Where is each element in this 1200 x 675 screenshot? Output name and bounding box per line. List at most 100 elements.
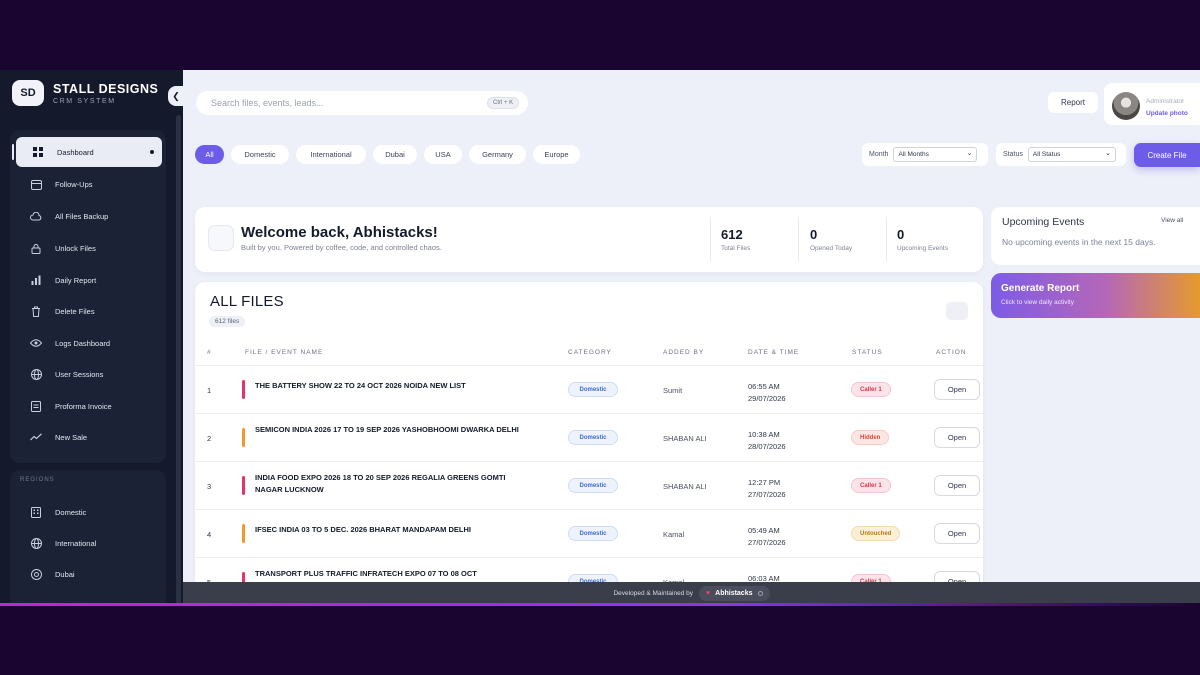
file-name[interactable]: IFSEC INDIA 03 TO 5 DEC. 2026 BHARAT MAN… <box>255 524 535 536</box>
welcome-card: Welcome back, Abhistacks! Built by you. … <box>195 207 983 272</box>
stat-total-files-label: Total Files <box>721 245 751 252</box>
file-name[interactable]: SEMICON INDIA 2026 17 TO 19 SEP 2026 YAS… <box>255 424 535 436</box>
generate-report-card[interactable]: Generate Report Click to view daily acti… <box>991 273 1200 318</box>
table-row[interactable]: 3 INDIA FOOD EXPO 2026 18 TO 20 SEP 2026… <box>195 461 983 509</box>
filter-chip-domestic[interactable]: Domestic <box>231 145 289 164</box>
added-by: SHABAN ALI <box>663 482 707 491</box>
sidebar: SD STALL DESIGNS CRM SYSTEM Dashboard Fo… <box>0 70 183 605</box>
footer-author-badge[interactable]: ♥ Abhistacks <box>698 586 770 601</box>
target-icon <box>30 568 42 580</box>
sidebar-item-delete-files[interactable]: Delete Files <box>10 298 162 324</box>
row-priority-bar <box>242 524 245 543</box>
user-role: Administrator <box>1146 98 1185 105</box>
row-number: 2 <box>207 434 212 443</box>
cloud-icon <box>30 210 42 222</box>
sidebar-item-daily-report[interactable]: Daily Report <box>10 267 162 293</box>
sidebar-item-user-sessions[interactable]: User Sessions <box>10 361 162 387</box>
added-by: Kamal <box>663 530 685 539</box>
upcoming-events-card: Upcoming Events View all No upcoming eve… <box>991 207 1200 265</box>
update-photo-link[interactable]: Update photo <box>1146 110 1188 117</box>
files-options-button[interactable] <box>946 302 968 320</box>
stat-divider <box>886 217 887 262</box>
column-header-added-by[interactable]: ADDED BY <box>663 349 704 356</box>
create-file-button[interactable]: Create File <box>1134 143 1200 167</box>
date-value: 29/07/2026 <box>748 394 786 403</box>
chevron-down-icon: ⌄ <box>1104 150 1111 157</box>
status-select[interactable]: All Status ⌄ <box>1027 147 1116 162</box>
sidebar-region-dubai[interactable]: Dubai <box>10 561 162 587</box>
info-icon <box>757 591 763 596</box>
filter-chip-germany[interactable]: Germany <box>469 145 526 164</box>
view-all-link[interactable]: View all <box>1161 217 1183 224</box>
generate-report-subtitle: Click to view daily activity <box>1001 299 1074 306</box>
column-header-date-time[interactable]: DATE & TIME <box>748 349 799 356</box>
status-select-value: All Status <box>1032 151 1061 158</box>
sidebar-item-label: Dashboard <box>57 147 94 157</box>
stat-opened-today-value: 0 <box>810 227 818 242</box>
filter-chip-all[interactable]: All <box>195 145 224 164</box>
table-row[interactable]: 4 IFSEC INDIA 03 TO 5 DEC. 2026 BHARAT M… <box>195 509 983 557</box>
chevron-left-icon: ❮ <box>172 90 180 101</box>
sidebar-region-international[interactable]: International <box>10 530 162 556</box>
filter-chip-international[interactable]: International <box>296 145 366 164</box>
sidebar-item-proforma-invoice[interactable]: Proforma Invoice <box>10 393 162 419</box>
date-value: 27/07/2026 <box>748 538 786 547</box>
brand[interactable]: SD STALL DESIGNS CRM SYSTEM <box>12 80 158 106</box>
open-button[interactable]: Open <box>934 427 980 448</box>
filter-chip-dubai[interactable]: Dubai <box>373 145 417 164</box>
welcome-icon <box>208 225 234 251</box>
avatar[interactable] <box>1112 92 1140 120</box>
sidebar-item-label: Delete Files <box>55 306 95 316</box>
files-title: ALL FILES <box>210 293 284 310</box>
added-by: Sumit <box>663 386 683 395</box>
month-select[interactable]: All Months ⌄ <box>893 147 978 162</box>
sidebar-item-label: New Sale <box>55 432 88 442</box>
status-badge: Caller 1 <box>851 382 891 397</box>
filter-chip-usa[interactable]: USA <box>424 145 462 164</box>
filter-chip-europe[interactable]: Europe <box>533 145 580 164</box>
calendar-icon <box>30 178 42 190</box>
sidebar-item-unlock-files[interactable]: Unlock Files <box>10 235 162 261</box>
sidebar-item-label: Daily Report <box>55 275 97 285</box>
status-badge: Caller 1 <box>851 478 891 493</box>
time-value: 05:49 AM <box>748 526 780 535</box>
sidebar-region-domestic[interactable]: Domestic <box>10 499 162 525</box>
open-button[interactable]: Open <box>934 379 980 400</box>
sidebar-item-label: Logs Dashboard <box>55 338 111 348</box>
chevron-down-icon: ⌄ <box>966 150 973 157</box>
sidebar-item-all-files-backup[interactable]: All Files Backup <box>10 203 162 229</box>
report-button[interactable]: Report <box>1048 92 1098 113</box>
column-header-category[interactable]: CATEGORY <box>568 349 612 356</box>
welcome-title: Welcome back, Abhistacks! <box>241 224 438 241</box>
sidebar-item-follow-ups[interactable]: Follow-Ups <box>10 171 162 197</box>
bar-chart-icon <box>30 274 42 286</box>
footer-text: Developed & Maintained by <box>613 590 693 597</box>
date-time: 06:55 AM 29/07/2026 <box>748 381 786 405</box>
open-button[interactable]: Open <box>934 475 980 496</box>
sidebar-scrollbar[interactable] <box>176 115 181 605</box>
crm-app: SD STALL DESIGNS CRM SYSTEM Dashboard Fo… <box>0 70 1200 605</box>
table-row[interactable]: 1 THE BATTERY SHOW 22 TO 24 OCT 2026 NOI… <box>195 365 983 413</box>
category-badge: Domestic <box>568 526 618 541</box>
sidebar-collapse-button[interactable]: ❮ <box>168 86 184 106</box>
trash-icon <box>30 305 42 317</box>
column-header-status[interactable]: STATUS <box>852 349 883 356</box>
added-by: SHABAN ALI <box>663 434 707 443</box>
open-button[interactable]: Open <box>934 523 980 544</box>
table-row[interactable]: 2 SEMICON INDIA 2026 17 TO 19 SEP 2026 Y… <box>195 413 983 461</box>
stat-opened-today-label: Opened Today <box>810 245 853 252</box>
sidebar-item-new-sale[interactable]: New Sale <box>10 424 162 450</box>
category-badge: Domestic <box>568 382 618 397</box>
column-header-name[interactable]: FILE / EVENT NAME <box>245 349 323 356</box>
date-time: 05:49 AM 27/07/2026 <box>748 525 786 549</box>
profile-card[interactable]: Administrator Update photo <box>1104 83 1200 125</box>
file-name[interactable]: TRANSPORT PLUS TRAFFIC INFRATECH EXPO 07… <box>255 568 535 580</box>
search-input[interactable] <box>196 91 528 115</box>
status-filter: Status All Status ⌄ <box>996 143 1126 166</box>
sidebar-item-dashboard[interactable]: Dashboard <box>12 137 162 167</box>
bottom-glow-line <box>0 603 1200 606</box>
file-name[interactable]: THE BATTERY SHOW 22 TO 24 OCT 2026 NOIDA… <box>255 380 535 392</box>
file-name[interactable]: INDIA FOOD EXPO 2026 18 TO 20 SEP 2026 R… <box>255 472 535 496</box>
sidebar-item-logs-dashboard[interactable]: Logs Dashboard <box>10 330 162 356</box>
eye-icon <box>30 337 42 349</box>
